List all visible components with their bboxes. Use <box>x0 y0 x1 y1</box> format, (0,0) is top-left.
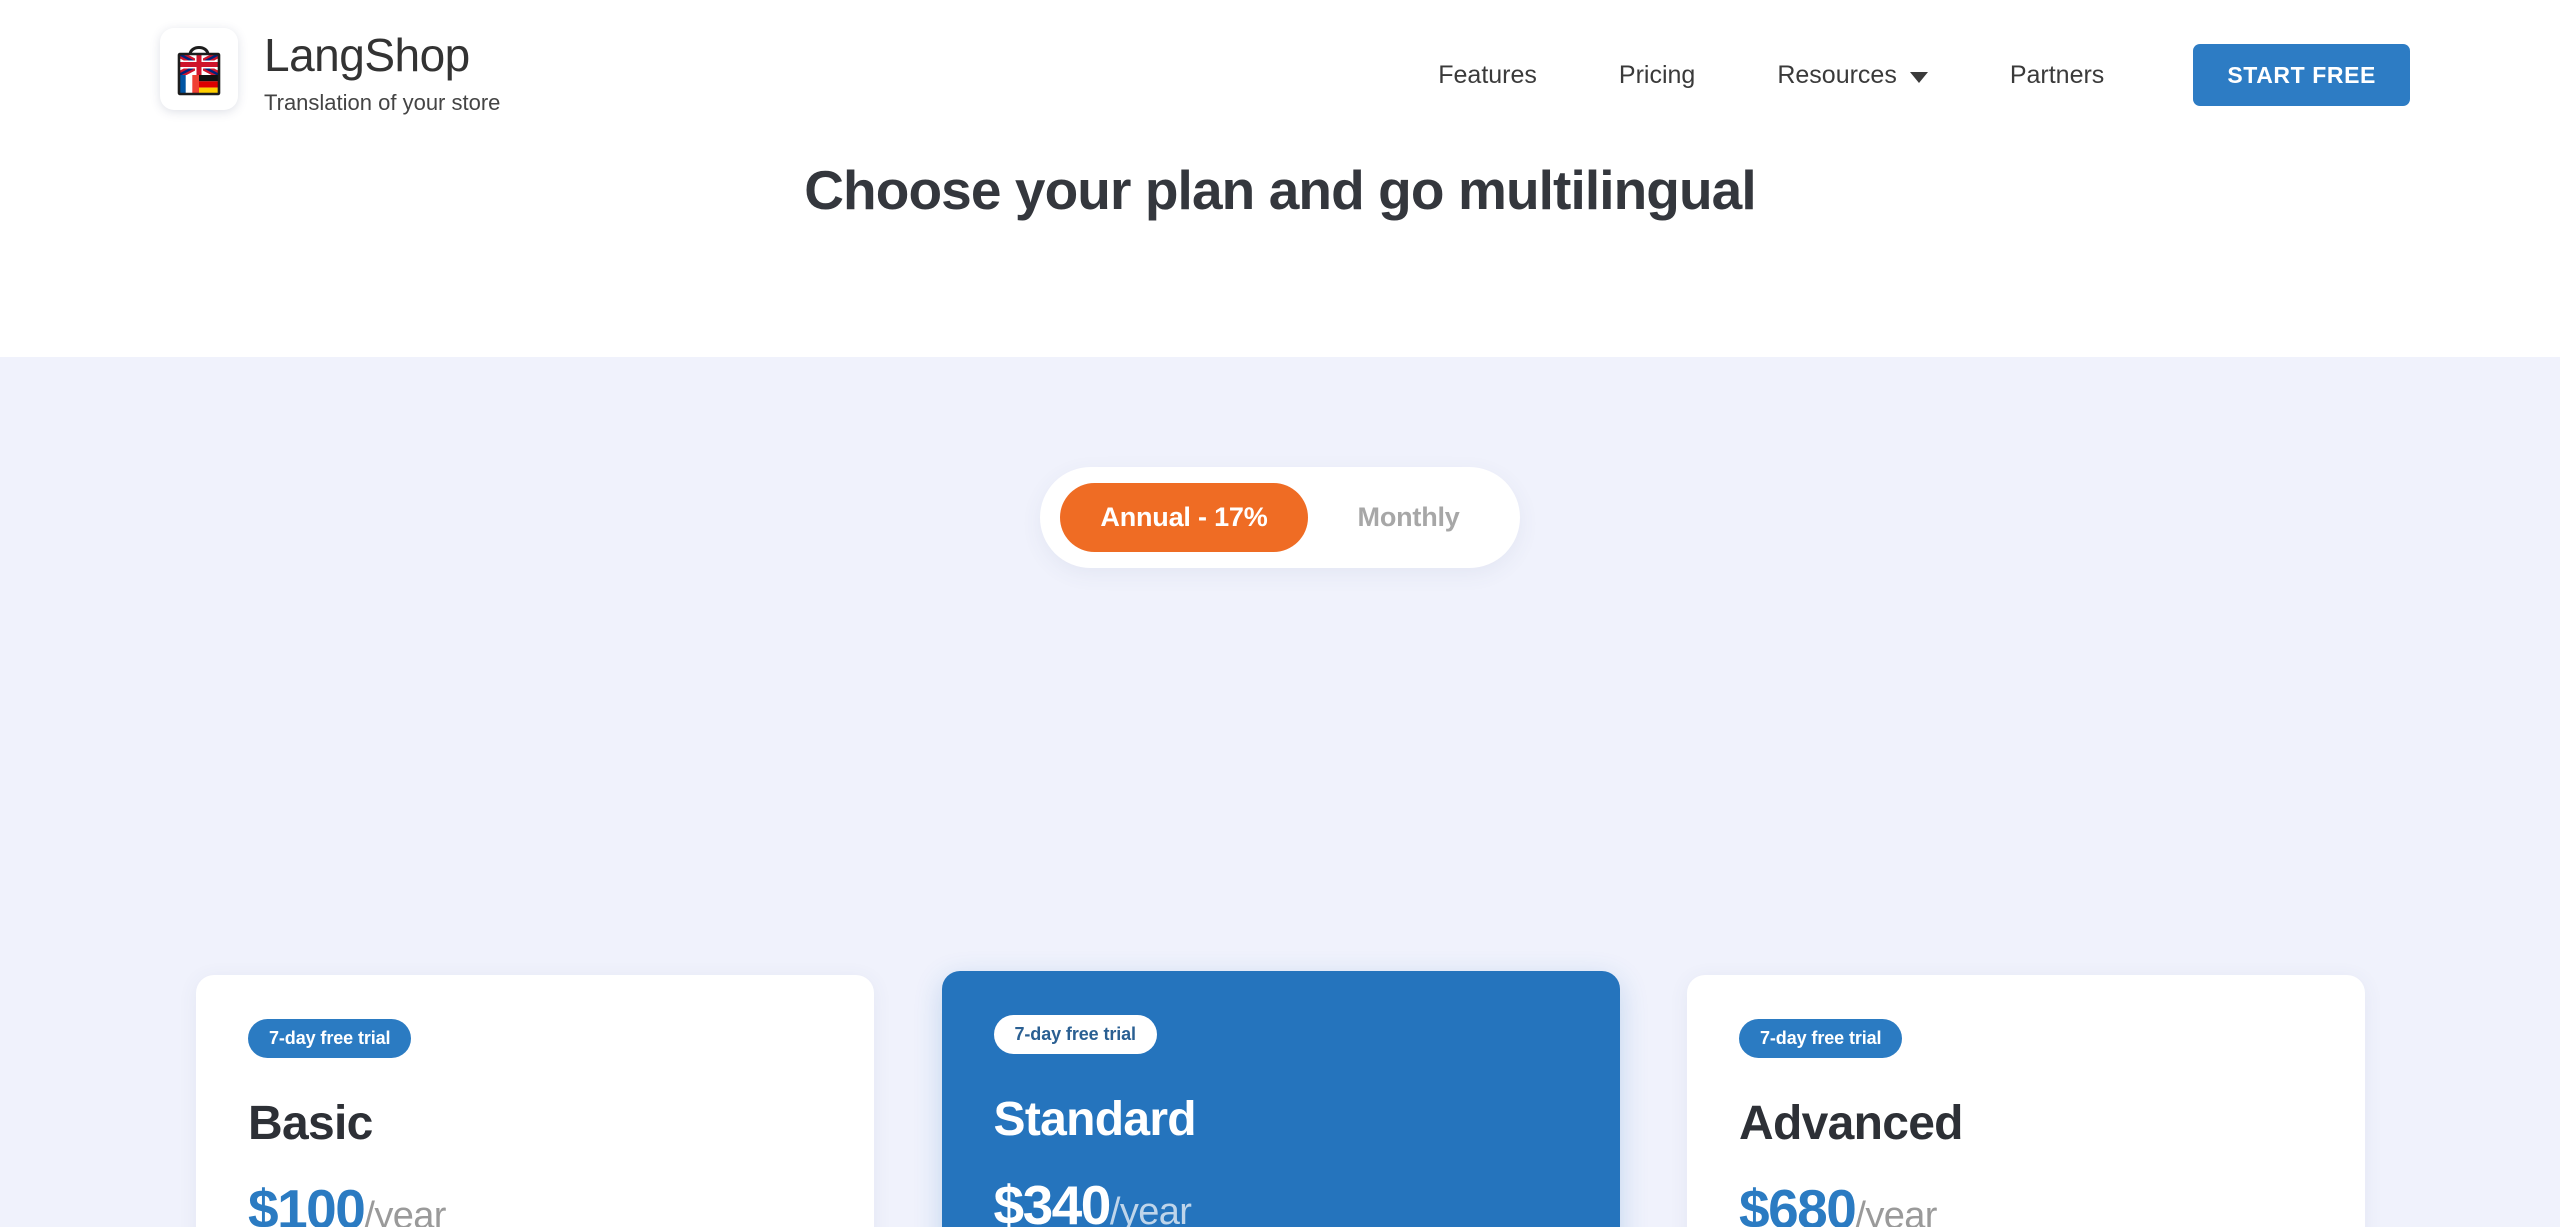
nav-item-label: Partners <box>2009 60 2105 89</box>
navbar: LangShop Translation of your store Featu… <box>0 0 2560 130</box>
brand-text: LangShop Translation of your store <box>264 22 500 116</box>
nav-item-partners[interactable]: Partners <box>1969 61 2145 90</box>
trial-badge: 7-day free trial <box>1739 1019 1903 1058</box>
nav-item-resources[interactable]: Resources <box>1736 61 1969 90</box>
trial-badge: 7-day free trial <box>248 1019 412 1058</box>
brand-tagline: Translation of your store <box>264 89 501 115</box>
shopping-bag-flags-icon <box>160 28 238 110</box>
plan-name: Standard <box>993 1093 1197 1146</box>
plan-price: $340 <box>993 1174 1112 1227</box>
plan-name: Advanced <box>1739 1097 1964 1150</box>
pricing-section: Annual - 17% Monthly 7-day free trial Ba… <box>0 357 2560 1227</box>
brand-name: LangShop <box>264 29 470 81</box>
plan-price-row: $100 /year <box>248 1177 822 1227</box>
nav-item-label: Features <box>1438 60 1537 89</box>
plan-price-row: $680 /year <box>1739 1177 2313 1227</box>
start-free-button[interactable]: START FREE <box>2193 44 2410 106</box>
pricing-card-standard[interactable]: 7-day free trial Standard $340 /year 5 a… <box>941 971 1620 1227</box>
chevron-down-icon <box>1909 71 1928 83</box>
plan-price: $100 <box>248 1178 366 1227</box>
toggle-option-monthly[interactable]: Monthly <box>1318 483 1500 552</box>
brand-logo-group[interactable]: LangShop Translation of your store <box>160 22 500 116</box>
billing-toggle-wrapper: Annual - 17% Monthly <box>0 467 2560 568</box>
billing-period-toggle[interactable]: Annual - 17% Monthly <box>1040 467 1520 568</box>
nav-item-label: Resources <box>1777 60 1897 89</box>
trial-badge: 7-day free trial <box>993 1015 1157 1054</box>
nav-item-features[interactable]: Features <box>1397 61 1578 90</box>
plan-period: /year <box>364 1195 446 1227</box>
plan-price: $680 <box>1739 1178 1857 1227</box>
plan-period: /year <box>1109 1191 1192 1227</box>
nav-item-label: Pricing <box>1618 60 1696 89</box>
primary-navigation: Features Pricing Resources Partners STAR… <box>1397 22 2410 106</box>
plan-price-row: $340 /year <box>994 1173 1568 1227</box>
pricing-card-basic[interactable]: 7-day free trial Basic $100 /year 1 addi… <box>196 975 874 1227</box>
site-header: LangShop Translation of your store Featu… <box>0 0 2560 357</box>
plan-name: Basic <box>248 1097 373 1150</box>
nav-item-pricing[interactable]: Pricing <box>1578 61 1736 90</box>
page-title: Choose your plan and go multilingual <box>804 159 1756 221</box>
toggle-option-annual[interactable]: Annual - 17% <box>1060 483 1308 552</box>
pricing-card-advanced[interactable]: 7-day free trial Advanced $680 /year 20 … <box>1687 975 2365 1227</box>
pricing-cards-row: 7-day free trial Basic $100 /year 1 addi… <box>196 971 2365 1227</box>
plan-period: /year <box>1855 1195 1937 1227</box>
